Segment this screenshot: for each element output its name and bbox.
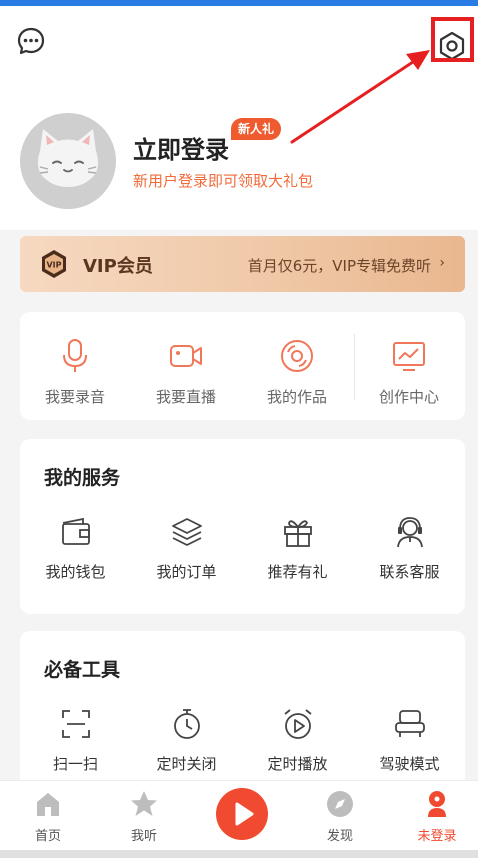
service-orders[interactable]: 我的订单	[131, 515, 242, 605]
wallet-icon	[62, 517, 90, 545]
tool-label: 定时播放	[267, 755, 328, 773]
vip-badge-icon: VIP	[42, 250, 66, 278]
bottom-nav: 首页 我听 发现 未登录	[0, 780, 478, 850]
quick-action-label: 创作中心	[378, 388, 439, 406]
nav-label: 发现	[326, 829, 353, 844]
service-label: 我的订单	[156, 563, 217, 581]
avatar[interactable]	[20, 113, 116, 209]
chevron-right-icon: ›	[439, 255, 445, 271]
section-title: 必备工具	[44, 659, 121, 681]
tool-label: 驾驶模式	[379, 755, 440, 773]
user-icon	[428, 791, 446, 817]
vip-title: VIP会员	[83, 256, 153, 277]
compass-icon	[327, 791, 353, 817]
nav-label: 我听	[130, 829, 157, 844]
quick-action-label: 我要直播	[155, 388, 216, 406]
microphone-icon	[63, 339, 87, 372]
quick-actions-card: 我要录音 我要直播 我的作品 创作中心	[20, 312, 465, 420]
system-bar	[0, 850, 478, 858]
layers-icon	[172, 518, 202, 546]
timer-icon	[174, 709, 200, 739]
star-icon	[131, 791, 157, 816]
nav-home[interactable]: 首页	[0, 781, 96, 851]
service-label: 推荐有礼	[267, 563, 328, 581]
login-title[interactable]: 立即登录	[133, 130, 229, 165]
scan-icon	[62, 710, 90, 738]
nav-label: 未登录	[417, 829, 457, 844]
quick-record[interactable]: 我要录音	[20, 312, 130, 420]
login-subtitle[interactable]: 新用户登录即可领取大礼包	[133, 170, 313, 191]
video-camera-icon	[170, 345, 202, 367]
tool-label: 扫一扫	[52, 755, 98, 773]
headset-icon	[397, 517, 423, 548]
nav-discover[interactable]: 发现	[292, 781, 388, 851]
alarm-play-icon	[284, 709, 312, 739]
nav-profile[interactable]: 未登录	[389, 781, 478, 851]
disc-icon	[281, 340, 313, 372]
service-wallet[interactable]: 我的钱包	[20, 515, 131, 605]
service-referral[interactable]: 推荐有礼	[242, 515, 353, 605]
play-button[interactable]	[216, 788, 268, 840]
service-support[interactable]: 联系客服	[354, 515, 465, 605]
service-label: 我的钱包	[45, 563, 106, 581]
car-seat-icon	[395, 710, 425, 737]
quick-works[interactable]: 我的作品	[242, 312, 352, 420]
play-icon	[235, 802, 254, 826]
quick-live[interactable]: 我要直播	[131, 312, 241, 420]
nav-label: 首页	[34, 829, 61, 844]
quick-action-label: 我要录音	[44, 388, 105, 406]
services-card: 我的服务 我的钱包 我的订单 推荐有礼 联系客服	[20, 439, 465, 614]
section-title: 我的服务	[44, 467, 121, 489]
quick-creator-center[interactable]: 创作中心	[354, 312, 464, 420]
tools-card: 必备工具 扫一扫 定时关闭 定时播放 驾驶模式	[20, 631, 465, 791]
home-icon	[37, 793, 59, 816]
cat-avatar-icon	[38, 129, 98, 187]
annotation-arrow-icon	[290, 50, 430, 144]
gift-icon	[284, 520, 312, 547]
vip-description: 首月仅6元，VIP专辑免费听	[247, 257, 431, 275]
vip-banner[interactable]: VIP VIP会员 首月仅6元，VIP专辑免费听 ›	[20, 236, 465, 292]
chart-monitor-icon	[393, 342, 425, 371]
svg-text:VIP: VIP	[46, 261, 61, 270]
chat-bubble-icon[interactable]	[16, 26, 46, 56]
tool-label: 定时关闭	[156, 755, 217, 773]
quick-action-label: 我的作品	[266, 388, 327, 406]
new-user-badge: 新人礼	[231, 118, 282, 140]
service-label: 联系客服	[379, 563, 440, 581]
nav-listen[interactable]: 我听	[96, 781, 192, 851]
